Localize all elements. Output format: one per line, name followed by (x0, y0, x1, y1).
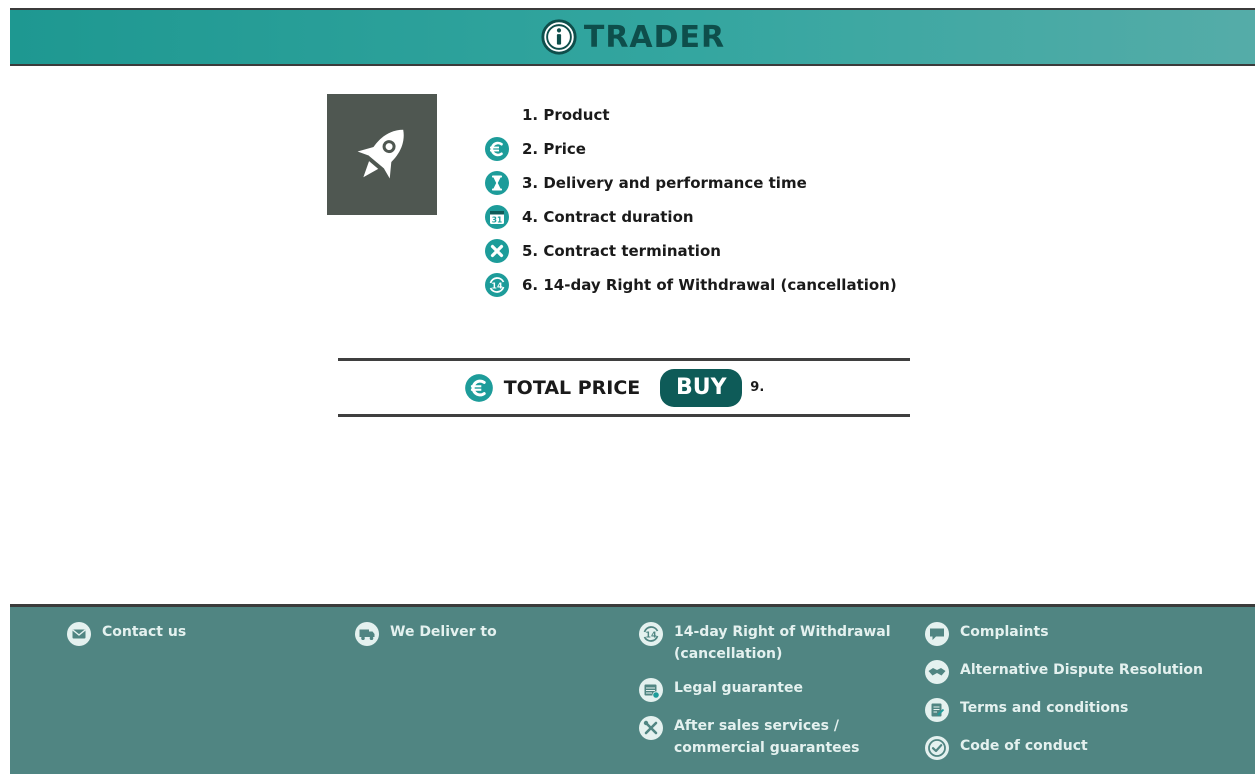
info-item-label: 2. Price (522, 140, 586, 158)
handshake-icon (925, 660, 949, 684)
14-day-cycle-icon: 14 (639, 622, 663, 646)
svg-text:14: 14 (645, 631, 657, 640)
footer-link-code-of-conduct[interactable]: Code of conduct (924, 735, 1203, 761)
footer-col-rights: 14 14-day Right of Withdrawal (cancellat… (638, 621, 894, 771)
info-item-delivery: 3. Delivery and performance time (484, 166, 897, 200)
info-item-label: 1. Product (522, 106, 610, 124)
footer-link-adr[interactable]: Alternative Dispute Resolution (924, 659, 1203, 685)
brand: TRADER (540, 18, 725, 56)
info-item-product: 1. Product (484, 98, 897, 132)
footer-col-disputes: Complaints Alternative Dispute Resolutio… (924, 621, 1203, 773)
check-circle-icon (925, 736, 949, 760)
total-price-label: TOTAL PRICE (503, 376, 641, 399)
euro-icon (485, 137, 509, 161)
complaint-bubble-icon (925, 622, 949, 646)
calendar-31-icon: 31 (485, 205, 509, 229)
14-day-cycle-icon: 14 (485, 273, 509, 297)
info-item-withdrawal: 14 6. 14-day Right of Withdrawal (cancel… (484, 268, 897, 302)
total-price-bar: TOTAL PRICE BUY 9. (338, 358, 910, 417)
calendar-check-icon (639, 678, 663, 702)
footer: Contact us We Deliver to 14 14-day Right… (10, 604, 1255, 774)
buy-button[interactable]: BUY (660, 368, 743, 407)
document-pen-icon (925, 698, 949, 722)
truck-icon (355, 622, 379, 646)
info-item-contract-duration: 31 4. Contract duration (484, 200, 897, 234)
svg-text:31: 31 (492, 215, 502, 224)
info-item-label: 6. 14-day Right of Withdrawal (cancellat… (522, 276, 897, 294)
footer-col-delivery: We Deliver to (354, 621, 497, 659)
step-label: 9. (750, 380, 765, 395)
rocket-icon (357, 129, 404, 178)
envelope-icon (67, 622, 91, 646)
footer-link-delivery[interactable]: We Deliver to (354, 621, 497, 647)
info-item-price: 2. Price (484, 132, 897, 166)
euro-icon (464, 373, 493, 402)
info-item-label: 3. Delivery and performance time (522, 174, 807, 192)
header-bar: TRADER (10, 8, 1255, 66)
page-title: TRADER (583, 19, 726, 55)
info-item-label: 5. Contract termination (522, 242, 721, 260)
info-item-contract-termination: 5. Contract termination (484, 234, 897, 268)
footer-link-contact[interactable]: Contact us (66, 621, 186, 647)
info-item-label: 4. Contract duration (522, 208, 694, 226)
footer-link-legal-guarantee[interactable]: Legal guarantee (638, 677, 894, 703)
footer-link-complaints[interactable]: Complaints (924, 621, 1203, 647)
hourglass-icon (485, 171, 509, 195)
svg-text:14: 14 (491, 282, 503, 291)
footer-link-terms[interactable]: Terms and conditions (924, 697, 1203, 723)
close-circle-icon (485, 239, 509, 263)
product-image (327, 94, 437, 215)
info-list: 1. Product 2. Price 3. Delivery and perf… (484, 98, 897, 302)
footer-col-contact: Contact us (66, 621, 186, 659)
tools-icon (639, 716, 663, 740)
footer-link-after-sales[interactable]: After sales services / commercial guaran… (638, 715, 894, 759)
info-circle-icon (541, 19, 577, 55)
footer-link-withdrawal[interactable]: 14 14-day Right of Withdrawal (cancellat… (638, 621, 894, 665)
